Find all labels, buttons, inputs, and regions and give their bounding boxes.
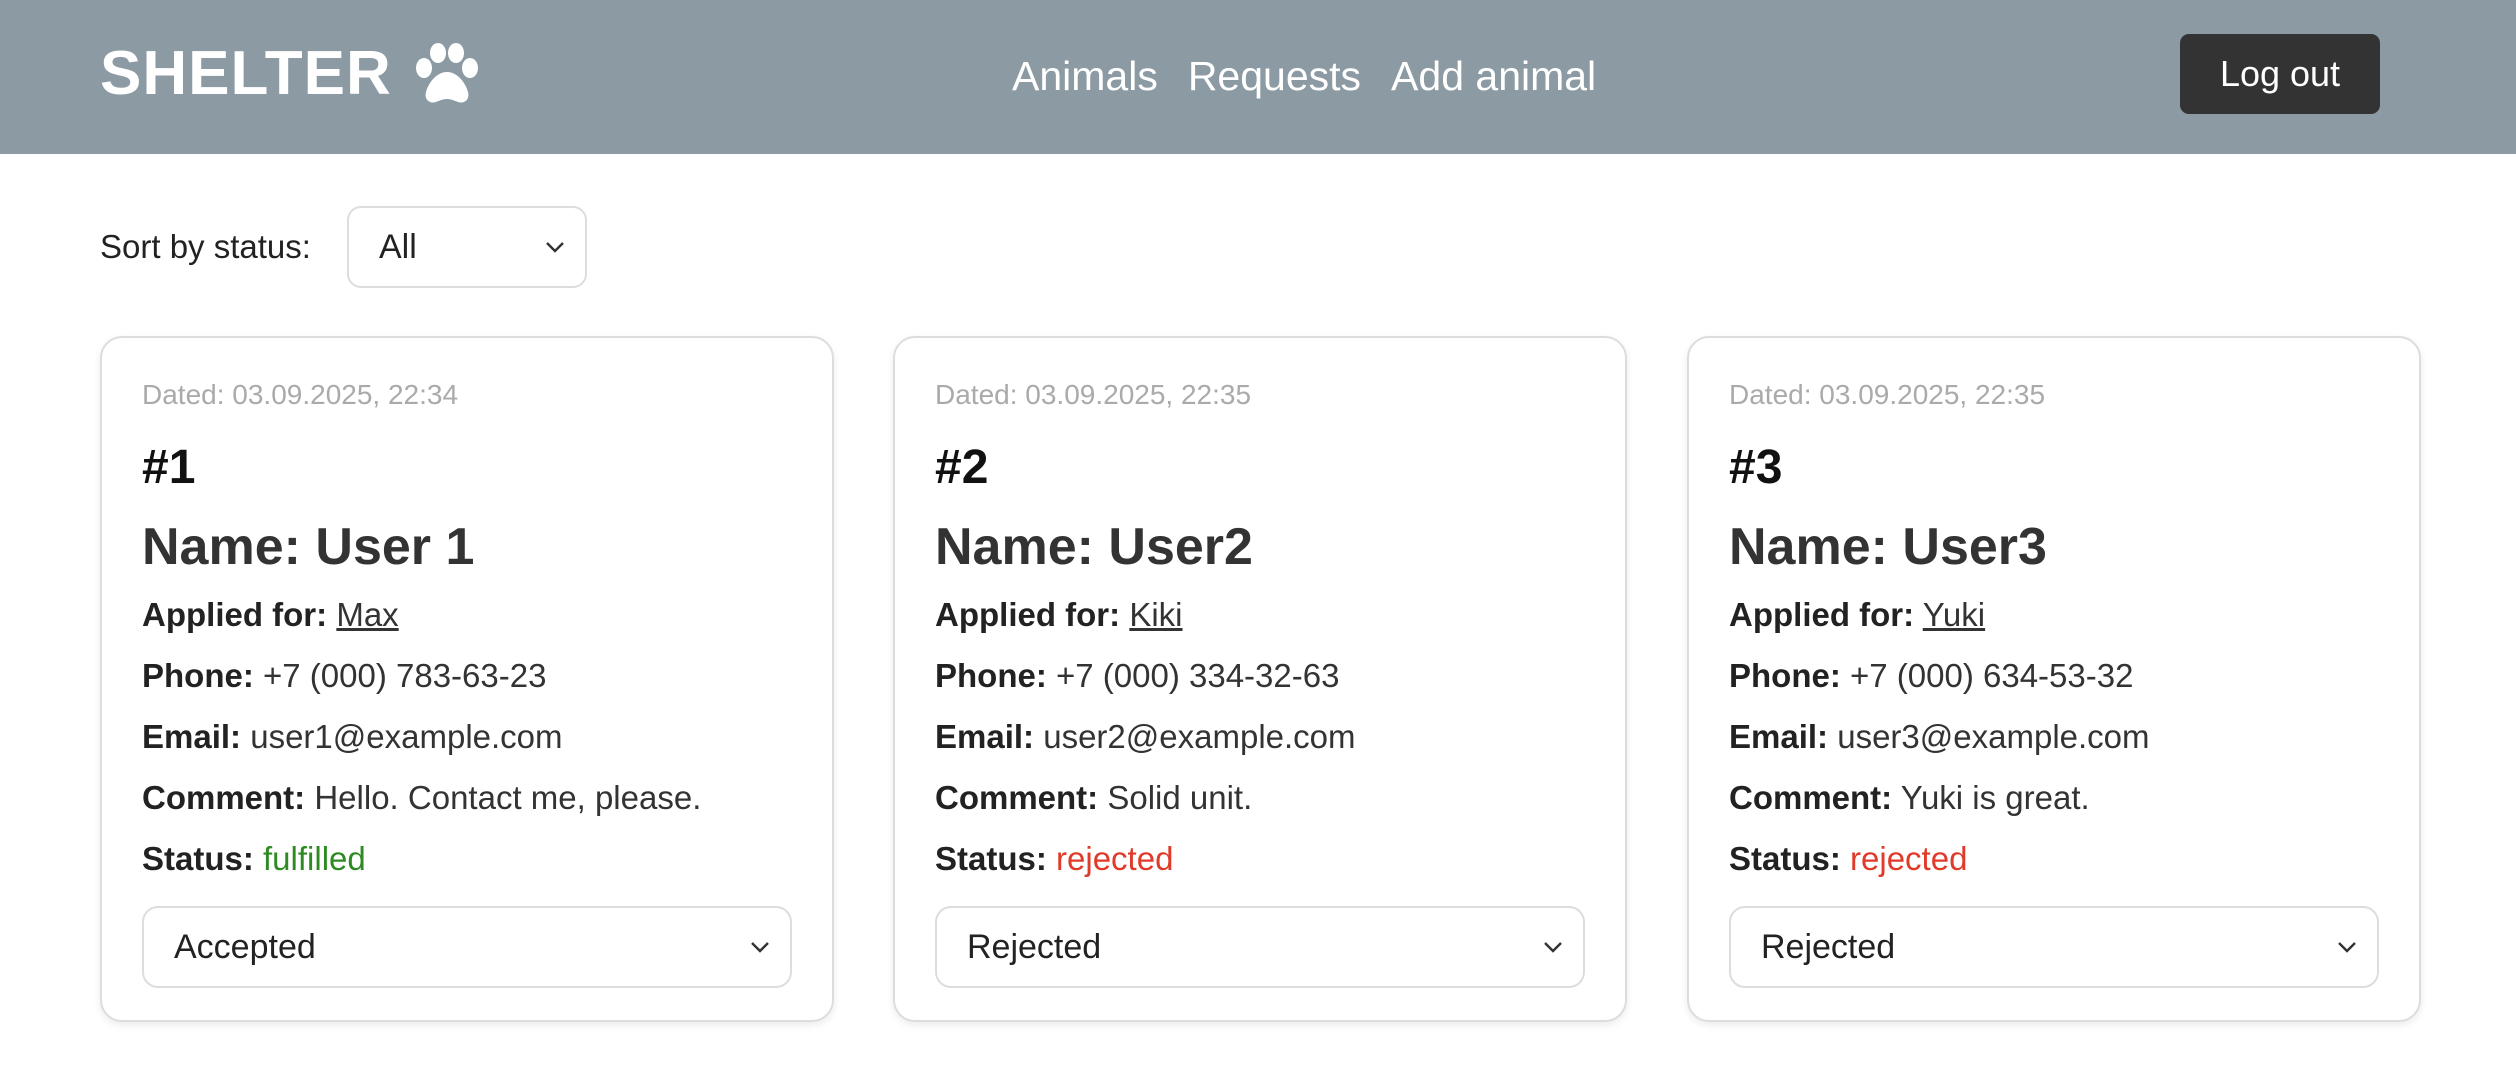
comment-label: Comment:: [142, 779, 306, 816]
status-select[interactable]: Rejected: [1729, 906, 2379, 988]
status-label: Status:: [935, 840, 1047, 877]
top-navbar: SHELTER Animals Requests Add animal Log …: [0, 0, 2516, 154]
comment-value: Hello. Contact me, please.: [314, 779, 702, 816]
nav-requests[interactable]: Requests: [1188, 48, 1361, 104]
phone-value: +7 (000) 783-63-23: [263, 657, 547, 694]
chevron-down-icon: [546, 242, 564, 253]
status-row: Status: fulfilled: [142, 836, 792, 882]
logo-text: SHELTER: [100, 39, 392, 108]
applied-for-row: Applied for: Yuki: [1729, 592, 2379, 638]
phone-value: +7 (000) 334-32-63: [1056, 657, 1340, 694]
applied-label: Applied for:: [142, 596, 328, 633]
comment-row: Comment: Hello. Contact me, please.: [142, 775, 792, 821]
phone-row: Phone: +7 (000) 783-63-23: [142, 653, 792, 699]
phone-label: Phone:: [935, 657, 1047, 694]
applied-label: Applied for:: [935, 596, 1121, 633]
request-date: Dated: 03.09.2025, 22:34: [142, 379, 459, 410]
request-name: Name: User2: [935, 518, 1253, 576]
request-name: Name: User 1: [142, 518, 475, 576]
email-value: user3@example.com: [1837, 718, 2150, 755]
status-select[interactable]: Rejected: [935, 906, 1585, 988]
request-number: #2: [935, 441, 989, 494]
nav-animals[interactable]: Animals: [1012, 48, 1158, 104]
comment-row: Comment: Solid unit.: [935, 775, 1585, 821]
request-card: Dated: 03.09.2025, 22:35 #2 Name: User2 …: [893, 336, 1627, 1022]
comment-label: Comment:: [935, 779, 1099, 816]
chevron-down-icon: [1544, 942, 1562, 953]
sort-label: Sort by status:: [100, 228, 311, 265]
animal-link[interactable]: Max: [336, 596, 398, 633]
phone-row: Phone: +7 (000) 334-32-63: [935, 653, 1585, 699]
request-name: Name: User3: [1729, 518, 2047, 576]
chevron-down-icon: [2338, 942, 2356, 953]
nav-add-animal[interactable]: Add animal: [1391, 48, 1596, 104]
status-select-value: Rejected: [1761, 927, 1896, 966]
email-row: Email: user3@example.com: [1729, 714, 2379, 760]
status-filter-value: All: [379, 227, 417, 266]
request-date: Dated: 03.09.2025, 22:35: [1729, 379, 2046, 410]
status-label: Status:: [1729, 840, 1841, 877]
applied-label: Applied for:: [1729, 596, 1915, 633]
request-card: Dated: 03.09.2025, 22:34 #1 Name: User 1…: [100, 336, 834, 1022]
phone-row: Phone: +7 (000) 634-53-32: [1729, 653, 2379, 699]
email-value: user1@example.com: [250, 718, 563, 755]
email-row: Email: user1@example.com: [142, 714, 792, 760]
request-number: #3: [1729, 441, 1783, 494]
request-card: Dated: 03.09.2025, 22:35 #3 Name: User3 …: [1687, 336, 2421, 1022]
status-select-value: Rejected: [967, 927, 1102, 966]
main-nav: Animals Requests Add animal: [1012, 48, 1596, 104]
comment-value: Yuki is great.: [1900, 779, 2090, 816]
status-row: Status: rejected: [1729, 836, 2379, 882]
paw-icon: [415, 43, 478, 103]
comment-value: Solid unit.: [1107, 779, 1253, 816]
applied-for-row: Applied for: Kiki: [935, 592, 1585, 638]
request-number: #1: [142, 441, 196, 494]
phone-label: Phone:: [142, 657, 254, 694]
comment-label: Comment:: [1729, 779, 1893, 816]
status-select-value: Accepted: [174, 927, 316, 966]
status-select[interactable]: Accepted: [142, 906, 792, 988]
status-value: rejected: [1850, 840, 1968, 877]
email-row: Email: user2@example.com: [935, 714, 1585, 760]
animal-link[interactable]: Kiki: [1129, 596, 1182, 633]
comment-row: Comment: Yuki is great.: [1729, 775, 2379, 821]
chevron-down-icon: [751, 942, 769, 953]
email-value: user2@example.com: [1043, 718, 1356, 755]
phone-label: Phone:: [1729, 657, 1841, 694]
status-filter-select[interactable]: All: [347, 206, 587, 288]
logout-button[interactable]: Log out: [2180, 34, 2380, 114]
phone-value: +7 (000) 634-53-32: [1850, 657, 2134, 694]
email-label: Email:: [935, 718, 1035, 755]
status-label: Status:: [142, 840, 254, 877]
logo[interactable]: SHELTER: [100, 38, 480, 110]
request-date: Dated: 03.09.2025, 22:35: [935, 379, 1252, 410]
status-row: Status: rejected: [935, 836, 1585, 882]
applied-for-row: Applied for: Max: [142, 592, 792, 638]
email-label: Email:: [142, 718, 242, 755]
status-value: rejected: [1056, 840, 1174, 877]
status-value: fulfilled: [263, 840, 366, 877]
email-label: Email:: [1729, 718, 1829, 755]
animal-link[interactable]: Yuki: [1923, 596, 1985, 633]
